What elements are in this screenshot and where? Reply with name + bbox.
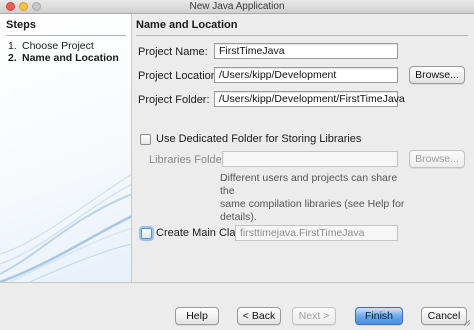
resize-grip-icon[interactable] bbox=[462, 318, 471, 327]
section-title: Name and Location bbox=[136, 19, 468, 36]
back-button[interactable]: < Back bbox=[237, 307, 281, 325]
libraries-folder-field[interactable] bbox=[222, 151, 398, 167]
step-choose-project: 1. Choose Project bbox=[8, 40, 130, 52]
project-folder-field[interactable]: /Users/kipp/Development/FirstTimeJava bbox=[214, 91, 405, 107]
help-line: Different users and projects can share t… bbox=[220, 172, 398, 197]
project-name-field[interactable]: FirstTimeJava bbox=[214, 43, 398, 59]
step-number: 1. bbox=[8, 40, 17, 52]
help-line: details). bbox=[220, 211, 257, 223]
create-main-class-checkbox[interactable] bbox=[141, 228, 152, 239]
browse-libraries-button[interactable]: Browse... bbox=[409, 150, 465, 168]
next-button[interactable]: Next > bbox=[292, 307, 336, 325]
libraries-folder-label: Libraries Folder: bbox=[149, 154, 229, 166]
dedicated-libraries-label[interactable]: Use Dedicated Folder for Storing Librari… bbox=[156, 133, 361, 145]
cancel-button[interactable]: Cancel bbox=[421, 307, 467, 325]
finish-button[interactable]: Finish bbox=[355, 307, 403, 325]
step-number: 2. bbox=[8, 52, 17, 64]
create-main-class-label[interactable]: Create Main Class bbox=[156, 227, 246, 239]
netbeans-swoosh-graphic bbox=[0, 174, 131, 282]
project-folder-label: Project Folder: bbox=[138, 94, 210, 106]
name-and-location-panel: Name and Location Project Name: FirstTim… bbox=[132, 14, 474, 282]
help-line: same compilation libraries (see Help for bbox=[220, 198, 405, 210]
window-title: New Java Application bbox=[189, 1, 285, 12]
project-location-label: Project Location: bbox=[138, 70, 220, 82]
step-label: Choose Project bbox=[22, 40, 94, 52]
wizard-button-bar: Help < Back Next > Finish Cancel bbox=[0, 282, 474, 330]
step-name-and-location: 2. Name and Location bbox=[8, 52, 130, 64]
steps-heading: Steps bbox=[6, 19, 126, 36]
steps-panel: Steps 1. Choose Project 2. Name and Locati… bbox=[0, 14, 132, 282]
browse-location-button[interactable]: Browse... bbox=[409, 66, 465, 84]
main-class-field[interactable]: firsttimejava.FirstTimeJava bbox=[235, 225, 398, 241]
project-location-field[interactable]: /Users/kipp/Development bbox=[214, 67, 398, 83]
step-label: Name and Location bbox=[22, 52, 119, 64]
title-bar: New Java Application bbox=[0, 0, 474, 14]
dedicated-libraries-checkbox[interactable] bbox=[140, 134, 151, 145]
libraries-help-text: Different users and projects can share t… bbox=[220, 172, 410, 224]
project-name-label: Project Name: bbox=[138, 46, 208, 58]
help-button[interactable]: Help bbox=[175, 307, 219, 325]
